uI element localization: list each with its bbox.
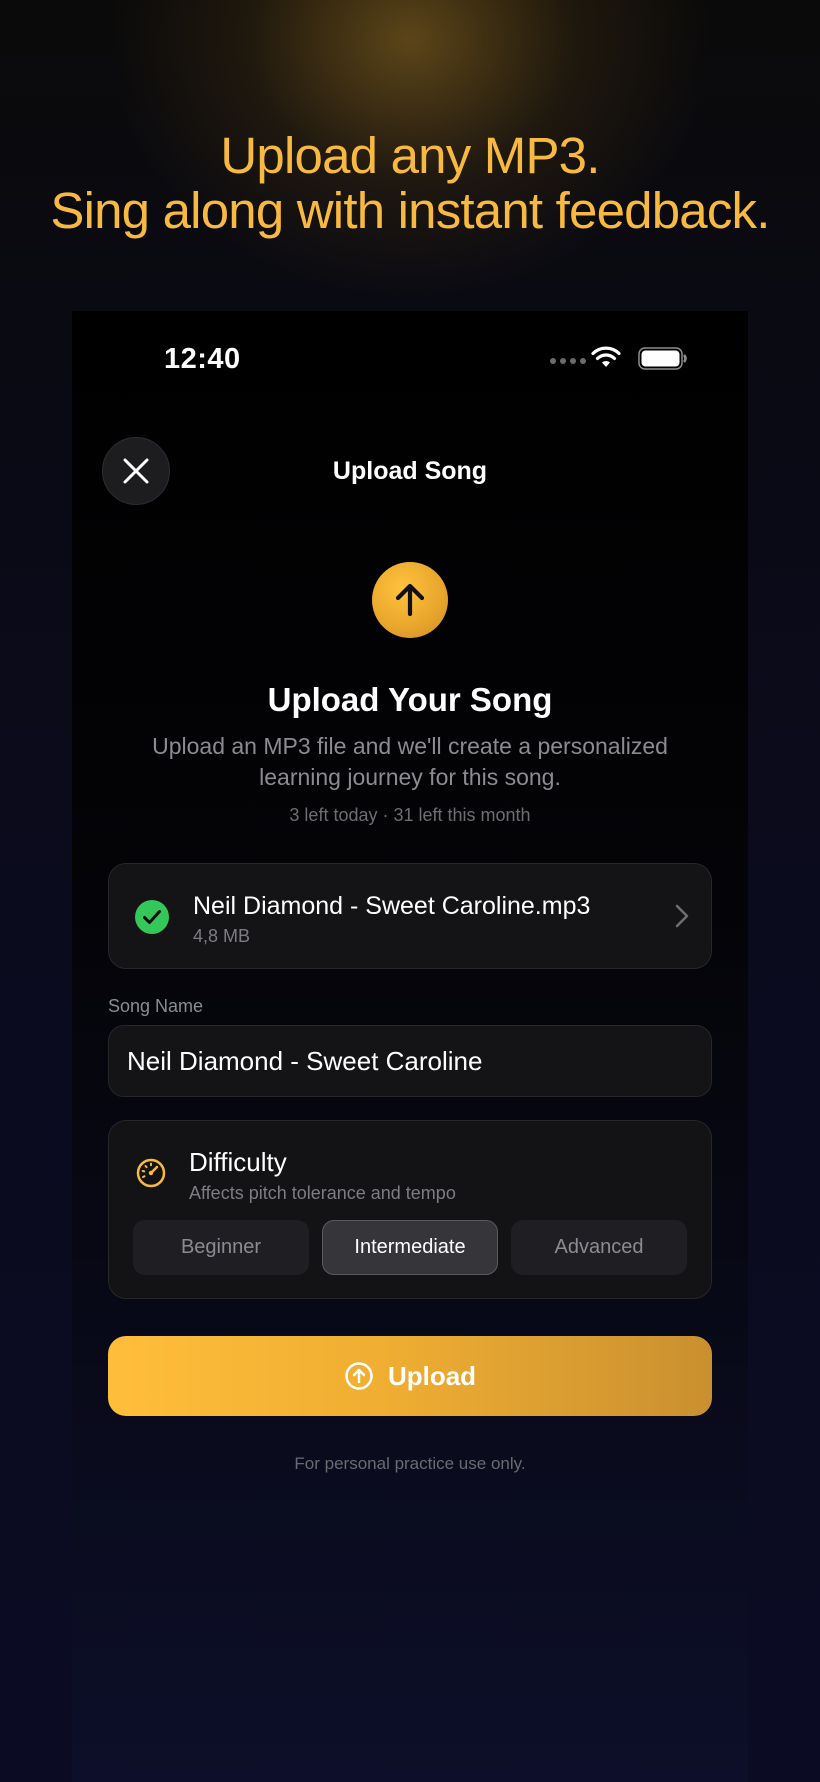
upload-button-label: Upload bbox=[387, 1360, 477, 1391]
file-name: Neil Diamond - Sweet Caroline.mp3 bbox=[193, 892, 591, 920]
speedometer-icon bbox=[136, 1158, 166, 1188]
upload-circle-icon bbox=[345, 1362, 373, 1390]
wifi-icon bbox=[591, 346, 621, 367]
battery-icon bbox=[638, 347, 687, 370]
headline-line-1: Upload any MP3. bbox=[220, 127, 600, 184]
difficulty-card: Difficulty Affects pitch tolerance and t… bbox=[108, 1120, 712, 1299]
upload-button[interactable]: Upload bbox=[108, 1336, 712, 1416]
selected-file-card[interactable]: Neil Diamond - Sweet Caroline.mp3 4,8 MB bbox=[108, 863, 712, 969]
upload-description: Upload an MP3 file and we'll create a pe… bbox=[152, 733, 668, 790]
status-time: 12:40 bbox=[164, 343, 241, 375]
difficulty-subtitle: Affects pitch tolerance and tempo bbox=[189, 1183, 456, 1203]
song-name-label: Song Name bbox=[108, 996, 204, 1016]
upload-arrow-icon bbox=[372, 562, 448, 638]
nav-title: Upload Song bbox=[332, 457, 488, 485]
status-icons bbox=[550, 345, 690, 371]
upload-quota: 3 left today · 31 left this month bbox=[289, 805, 531, 825]
chevron-right-icon bbox=[675, 904, 689, 928]
headline-line-2: Sing along with instant feedback. bbox=[50, 182, 770, 239]
difficulty-option-beginner[interactable]: Beginner bbox=[133, 1220, 309, 1275]
difficulty-option-advanced[interactable]: Advanced bbox=[511, 1220, 687, 1275]
promo-screen: Upload any MP3. Sing along with instant … bbox=[0, 0, 820, 1782]
difficulty-title: Difficulty bbox=[189, 1147, 287, 1177]
song-name-input[interactable] bbox=[108, 1025, 712, 1097]
file-size: 4,8 MB bbox=[193, 926, 251, 946]
footnote: For personal practice use only. bbox=[294, 1454, 526, 1473]
difficulty-option-intermediate[interactable]: Intermediate bbox=[322, 1220, 498, 1275]
promo-headline: Upload any MP3. Sing along with instant … bbox=[0, 128, 820, 238]
checkmark-circle-icon bbox=[135, 900, 169, 934]
phone-screen: 12:40 Upload Song Upload Your Song Uploa… bbox=[72, 311, 748, 1782]
cellular-signal-icon bbox=[550, 358, 586, 364]
upload-title: Upload Your Song bbox=[267, 681, 553, 718]
